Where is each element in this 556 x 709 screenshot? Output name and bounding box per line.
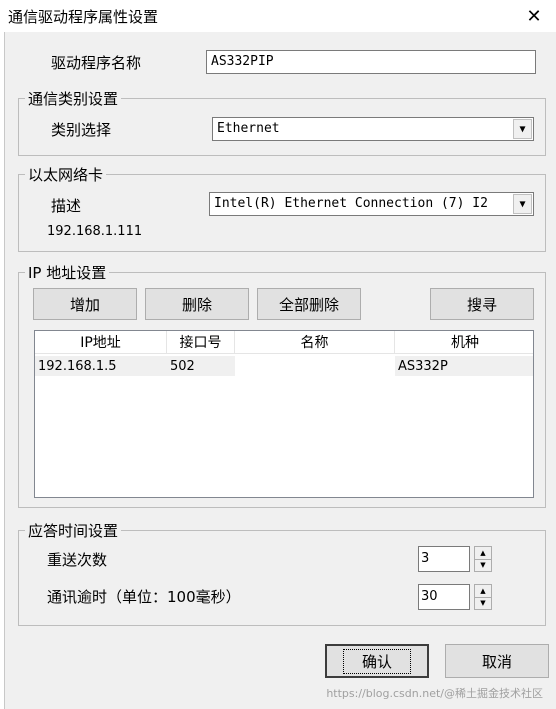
ip-address-list[interactable]: IP地址 接口号 名称 机种 192.168.1.5 502 AS332P [34,330,534,498]
driver-name-input[interactable]: AS332PIP [206,50,536,74]
timeout-input[interactable]: 30 [418,584,470,610]
close-button[interactable]: ✕ [512,0,556,32]
response-time-group-title: 应答时间设置 [25,520,122,541]
comm-type-group: 通信类别设置 类别选择 Ethernet ▼ [18,88,546,156]
ip-settings-group: IP 地址设置 增加 删除 全部删除 搜寻 IP地址 接口号 名称 机种 192… [18,262,546,508]
dialog-body: 驱动程序名称 AS332PIP 通信类别设置 类别选择 Ethernet ▼ 以… [4,32,556,709]
nic-group-title: 以太网络卡 [25,164,107,185]
spin-buttons[interactable]: ▲ ▼ [474,584,492,610]
nic-select[interactable]: Intel(R) Ethernet Connection (7) I2 ▼ [209,192,534,216]
watermark: https://blog.csdn.net/@稀土掘金技术社区 [326,687,543,700]
timeout-label: 通讯逾时（单位：100毫秒） [47,588,241,606]
search-button[interactable]: 搜寻 [430,288,534,320]
column-header-ip[interactable]: IP地址 [35,331,167,353]
nic-value: Intel(R) Ethernet Connection (7) I2 [214,196,488,211]
column-header-port[interactable]: 接口号 [167,331,235,353]
ok-button[interactable]: 确认 [325,644,429,678]
title-bar: 通信驱动程序属性设置 ✕ [0,0,556,32]
cell-model: AS332P [398,358,448,374]
driver-name-label: 驱动程序名称 [51,54,142,72]
delete-all-button[interactable]: 全部删除 [257,288,361,320]
list-header: IP地址 接口号 名称 机种 [35,331,533,354]
table-row[interactable]: 192.168.1.5 502 AS332P [35,356,533,376]
ip-settings-group-title: IP 地址设置 [25,262,110,283]
comm-type-group-title: 通信类别设置 [25,88,122,109]
response-time-group: 应答时间设置 重送次数 3 ▲ ▼ 通讯逾时（单位：100毫秒） 30 ▲ ▼ [18,520,546,626]
nic-group: 以太网络卡 描述 Intel(R) Ethernet Connection (7… [18,164,546,252]
comm-type-value: Ethernet [217,121,280,136]
cell-ip: 192.168.1.5 [38,358,117,374]
ok-button-label: 确认 [342,648,411,674]
cell-name [235,356,395,376]
cancel-button[interactable]: 取消 [445,644,549,678]
delete-button[interactable]: 删除 [145,288,249,320]
retry-count-input[interactable]: 3 [418,546,470,572]
timeout-spinner[interactable]: 30 ▲ ▼ [418,584,494,610]
nic-desc-label: 描述 [51,197,82,215]
spin-down-icon[interactable]: ▼ [475,597,491,609]
spin-down-icon[interactable]: ▼ [475,559,491,571]
dropdown-arrow-icon[interactable]: ▼ [513,194,532,214]
comm-type-label: 类别选择 [51,121,112,139]
retry-count-spinner[interactable]: 3 ▲ ▼ [418,546,494,572]
add-button[interactable]: 增加 [33,288,137,320]
retry-count-label: 重送次数 [47,551,108,569]
window-title: 通信驱动程序属性设置 [8,8,159,26]
nic-ip-text: 192.168.1.111 [47,224,143,239]
comm-type-select[interactable]: Ethernet ▼ [212,117,534,141]
dropdown-arrow-icon[interactable]: ▼ [513,119,532,139]
cell-port: 502 [170,358,195,374]
spin-buttons[interactable]: ▲ ▼ [474,546,492,572]
column-header-model[interactable]: 机种 [395,331,533,353]
column-header-name[interactable]: 名称 [235,331,395,353]
